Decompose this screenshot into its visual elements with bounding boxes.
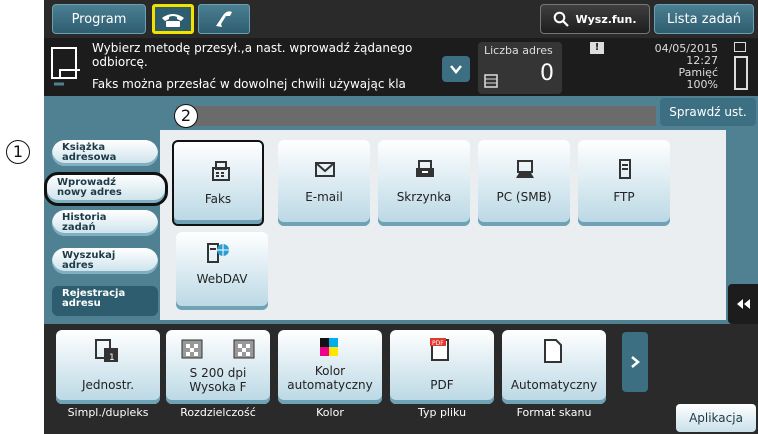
simplex-duplex-button[interactable]: 1 Jednostr. (56, 330, 160, 404)
tab-search-address[interactable]: Wyszukaj adres (52, 248, 158, 274)
tab-register-address[interactable]: Rejestracja adresu (52, 286, 158, 316)
phone-hook-button[interactable] (198, 4, 250, 34)
address-count-value: 0 (540, 61, 554, 86)
box-label: Skrzynka (396, 190, 452, 204)
program-label: Program (71, 11, 127, 27)
message-line-1: Wybierz metodę przesył.,a nast. wprowadź… (92, 41, 413, 55)
resolution-value-2: Wysoka F (189, 380, 247, 394)
box-button[interactable]: Skrzynka (378, 140, 470, 226)
color-value-2: automatyczny (287, 378, 373, 392)
color-caption: Kolor (316, 406, 344, 419)
ftp-button[interactable]: FTP (578, 140, 670, 226)
resolution-icon (181, 339, 255, 359)
image-icon (734, 42, 746, 52)
resolution-caption: Rozdzielczość (180, 406, 256, 419)
fax-label: Faks (204, 192, 232, 206)
double-chevron-left-icon (737, 299, 750, 309)
message-line-3: Faks można przesłać w dowolnej chwili uż… (92, 77, 406, 91)
file-type-button[interactable]: PDF PDF (390, 330, 494, 404)
pc-smb-label: PC (SMB) (496, 190, 552, 204)
computer-icon (516, 160, 534, 178)
search-function-label: Wysz.fun. (575, 12, 637, 26)
color-icon (320, 338, 338, 356)
next-settings-button[interactable] (622, 332, 648, 392)
message-line-2: odbiorcę. (92, 55, 148, 69)
tab-address-book-label: Książka adresowa (62, 142, 117, 163)
simplex-value: Jednostr. (81, 378, 135, 392)
search-icon (554, 11, 570, 27)
email-button[interactable]: E-mail (278, 140, 370, 226)
tab-job-history[interactable]: Historia zadań (52, 210, 158, 236)
chevron-right-icon (631, 356, 640, 368)
applications-button[interactable]: Aplikacja (676, 404, 756, 432)
svg-text:PDF: PDF (432, 340, 444, 347)
check-settings-label: Sprawdź ust. (669, 105, 747, 119)
email-label: E-mail (305, 190, 343, 204)
fax-document-icon (51, 47, 80, 86)
address-count-label: Liczba adres (484, 44, 553, 57)
scan-size-caption: Format skanu (516, 406, 592, 419)
list-icon (484, 74, 498, 88)
check-settings-button[interactable]: Sprawdź ust. (660, 98, 756, 126)
webdav-button[interactable]: WebDAV (176, 232, 268, 310)
handset-icon (216, 11, 232, 27)
message-expand-button[interactable] (442, 56, 470, 82)
fax-icon (212, 161, 230, 181)
tab-address-book[interactable]: Książka adresowa (52, 140, 158, 166)
tab-register-address-label: Rejestracja adresu (62, 288, 126, 309)
tab-search-address-label: Wyszukaj adres (62, 250, 116, 271)
file-type-caption: Typ pliku (417, 406, 467, 419)
tab-direct-input[interactable]: Wprowadź nowy adres (44, 172, 168, 206)
callout-2: 2 (174, 104, 198, 128)
color-button[interactable]: Kolor automatyczny (278, 330, 382, 404)
fax-button[interactable]: Faks (172, 140, 264, 226)
simplex-caption: Simpl./dupleks (67, 406, 149, 419)
screen: Program Wysz.fun. Lista zadań Wybierz me… (0, 0, 758, 434)
resolution-button[interactable]: S 200 dpi Wysoka F (166, 330, 270, 404)
simplex-icon: 1 (95, 339, 118, 363)
pc-smb-button[interactable]: PC (SMB) (478, 140, 570, 226)
webdav-icon (207, 243, 229, 263)
color-value-1: Kolor (314, 364, 346, 378)
applications-label: Aplikacja (689, 411, 743, 425)
envelope-icon (315, 162, 335, 177)
file-type-value: PDF (430, 378, 454, 392)
pdf-icon: PDF (430, 338, 449, 361)
page-icon (544, 339, 562, 363)
scan-size-value: Automatyczny (510, 378, 598, 392)
svg-text:1: 1 (109, 353, 115, 363)
box-icon (416, 160, 434, 177)
search-function-button[interactable]: Wysz.fun. (540, 4, 650, 34)
ftp-label: FTP (613, 190, 635, 204)
server-icon (619, 159, 631, 179)
chevron-down-icon (450, 65, 462, 74)
memory-value: 100% (686, 78, 718, 91)
destination-input-strip (176, 106, 656, 126)
tab-direct-input-label: Wprowadź nowy adres (57, 177, 122, 198)
phone-icon (162, 14, 184, 27)
job-list-label: Lista zadań (666, 11, 742, 27)
warning-icon: ! (590, 42, 604, 54)
webdav-label: WebDAV (196, 272, 248, 286)
tab-job-history-label: Historia zadań (62, 212, 107, 233)
memory-gauge-icon (734, 56, 748, 90)
callout-1: 1 (6, 140, 30, 164)
job-list-button[interactable]: Lista zadań (654, 4, 754, 34)
resolution-value-1: S 200 dpi (189, 366, 247, 380)
program-button[interactable]: Program (52, 4, 146, 34)
fax-mode-button[interactable] (152, 4, 194, 34)
scan-size-button[interactable]: Automatyczny (502, 330, 606, 404)
collapse-panel-button[interactable] (728, 284, 758, 324)
